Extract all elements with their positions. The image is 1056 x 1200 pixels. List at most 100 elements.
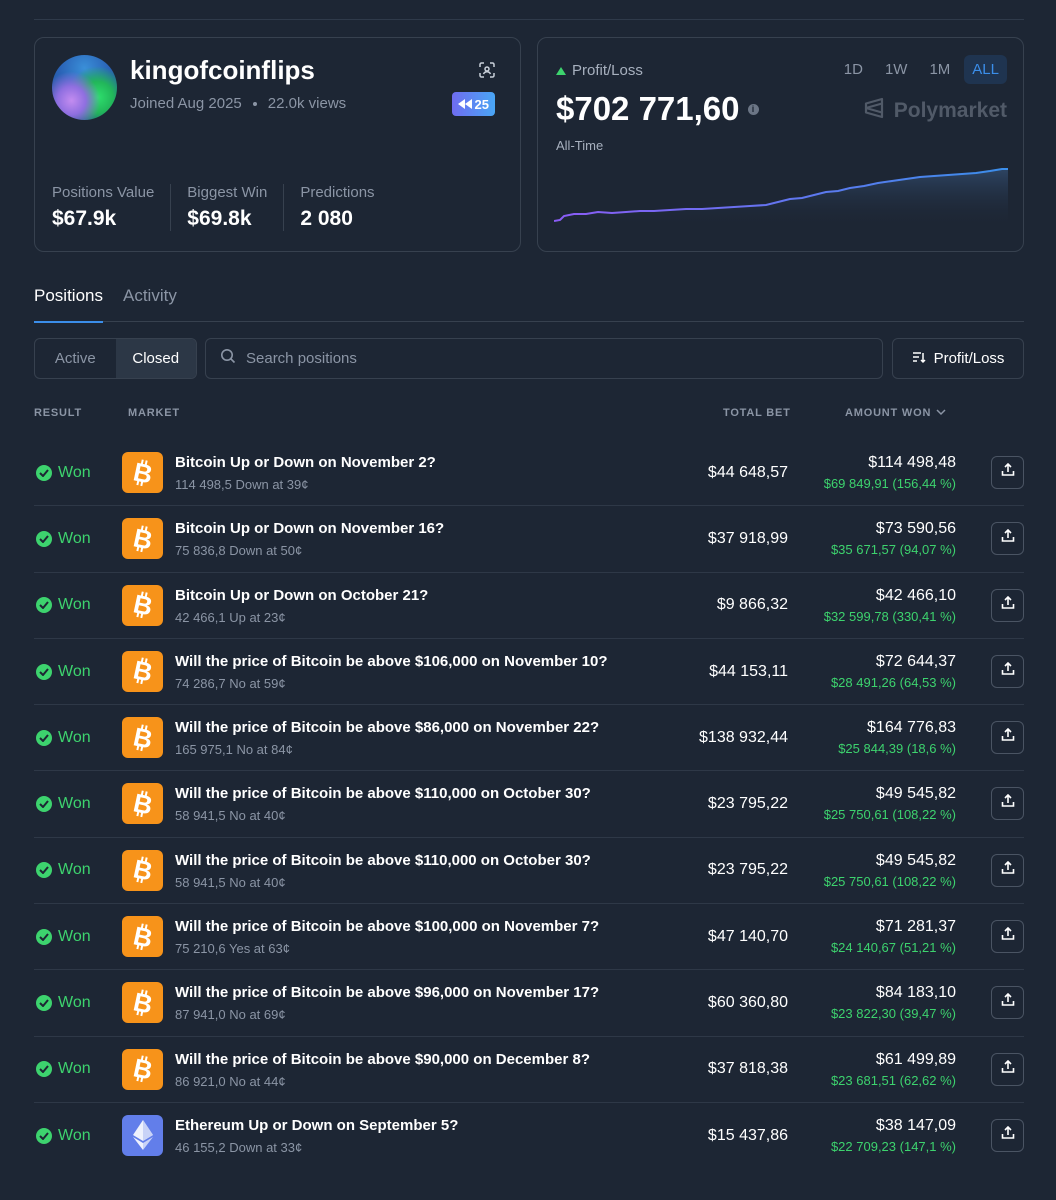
profit-gain: $22 709,23 (147,1 %): [830, 1138, 956, 1154]
share-button[interactable]: [991, 787, 1024, 821]
pnl-chart-area: [554, 169, 1008, 228]
range-all[interactable]: ALL: [964, 55, 1007, 84]
market-position: 46 155,2 Down at 33¢: [175, 1139, 303, 1155]
share-button[interactable]: [991, 1052, 1024, 1086]
profit-gain: $25 750,61 (108,22 %): [823, 807, 956, 823]
amount-won: $38 147,09: [875, 1116, 956, 1134]
market-title[interactable]: Will the price of Bitcoin be above $110,…: [175, 785, 591, 802]
header-total-bet[interactable]: TOTAL BET: [723, 407, 791, 419]
positions-table: Won B Bitcoin Up or Down on November 2? …: [34, 440, 1024, 1169]
market-title[interactable]: Bitcoin Up or Down on October 21?: [175, 587, 428, 604]
stat-predictions: Predictions 2 080: [300, 184, 390, 231]
table-row[interactable]: Won B Will the price of Bitcoin be above…: [34, 970, 1024, 1037]
info-icon[interactable]: i: [747, 103, 759, 115]
tab-bar: Positions Activity: [34, 284, 1024, 323]
result-status: Won: [36, 705, 91, 770]
share-button[interactable]: [991, 456, 1024, 489]
total-bet: $9 866,32: [716, 596, 788, 614]
tab-activity[interactable]: Activity: [123, 284, 177, 322]
share-button[interactable]: [991, 853, 1024, 887]
pnl-label-text: Profit/Loss: [572, 62, 643, 79]
share-button[interactable]: [991, 522, 1024, 556]
table-row[interactable]: Won B Will the price of Bitcoin be above…: [34, 705, 1024, 772]
table-row[interactable]: Won B Will the price of Bitcoin be above…: [34, 771, 1024, 838]
stat-biggest-win: Biggest Win $69.8k: [187, 184, 285, 231]
amount-won: $72 644,37: [875, 652, 956, 670]
check-circle-icon: [36, 1128, 52, 1145]
amount-won: $71 281,37: [875, 918, 956, 936]
table-row[interactable]: Won Ethereum Up or Down on September 5? …: [34, 1103, 1024, 1169]
qr-scan-icon[interactable]: [479, 62, 495, 78]
market-title[interactable]: Bitcoin Up or Down on November 16?: [175, 520, 444, 537]
share-button[interactable]: [991, 588, 1024, 622]
market-title[interactable]: Will the price of Bitcoin be above $110,…: [175, 852, 591, 869]
share-button[interactable]: [991, 986, 1024, 1020]
table-row[interactable]: Won B Bitcoin Up or Down on October 21? …: [34, 573, 1024, 639]
sort-button[interactable]: Profit/Loss: [892, 338, 1024, 379]
header-amount-won[interactable]: AMOUNT WON: [845, 407, 946, 419]
profit-gain: $25 844,39 (18,6 %): [838, 741, 956, 757]
range-1w[interactable]: 1W: [877, 55, 916, 84]
share-button[interactable]: [991, 1118, 1024, 1152]
sort-icon: [912, 350, 926, 368]
pnl-label: Profit/Loss: [556, 62, 643, 79]
check-circle-icon: [36, 862, 52, 879]
result-label: Won: [58, 1127, 91, 1145]
share-button[interactable]: [991, 920, 1024, 954]
share-button[interactable]: [991, 654, 1024, 688]
share-icon: [1001, 462, 1015, 482]
search-icon: [220, 348, 236, 369]
table-row[interactable]: Won B Will the price of Bitcoin be above…: [34, 904, 1024, 971]
share-icon: [1001, 860, 1015, 880]
avatar[interactable]: [52, 55, 117, 120]
share-button[interactable]: [991, 721, 1024, 755]
result-status: Won: [36, 1103, 91, 1169]
status-filter: Active Closed: [34, 338, 197, 379]
search-box: [205, 338, 883, 379]
market-title[interactable]: Bitcoin Up or Down on November 2?: [175, 454, 436, 471]
up-triangle-icon: [556, 66, 566, 75]
rewind-icon: [457, 97, 472, 112]
search-input[interactable]: [246, 350, 846, 367]
check-circle-icon: [36, 464, 52, 481]
filter-active[interactable]: Active: [35, 339, 116, 378]
profile-meta: Joined Aug 2025 22.0k views: [130, 95, 346, 112]
market-title[interactable]: Will the price of Bitcoin be above $96,0…: [175, 984, 599, 1001]
table-row[interactable]: Won B Will the price of Bitcoin be above…: [34, 838, 1024, 905]
table-row[interactable]: Won B Bitcoin Up or Down on November 2? …: [34, 440, 1024, 507]
market-title[interactable]: Ethereum Up or Down on September 5?: [175, 1117, 458, 1134]
market-title[interactable]: Will the price of Bitcoin be above $106,…: [175, 653, 608, 670]
bitcoin-icon: B: [122, 650, 163, 692]
market-position: 114 498,5 Down at 39¢: [175, 477, 309, 492]
market-title[interactable]: Will the price of Bitcoin be above $100,…: [175, 918, 599, 935]
range-1d[interactable]: 1D: [836, 55, 871, 84]
total-bet: $44 648,57: [707, 463, 788, 481]
share-icon: [1001, 728, 1015, 747]
total-bet: $15 437,86: [707, 1127, 788, 1145]
market-title[interactable]: Will the price of Bitcoin be above $90,0…: [175, 1051, 590, 1068]
filter-closed[interactable]: Closed: [115, 339, 196, 378]
table-row[interactable]: Won B Will the price of Bitcoin be above…: [34, 1037, 1024, 1103]
pnl-chart: [554, 168, 1008, 228]
check-circle-icon: [36, 995, 52, 1012]
amount-won: $114 498,48: [868, 454, 956, 471]
tab-positions[interactable]: Positions: [34, 284, 103, 323]
market-position: 75 210,6 Yes at 63¢: [175, 941, 290, 957]
share-icon: [1001, 993, 1015, 1012]
profile-stats: Positions Value $67.9k Biggest Win $69.8…: [52, 184, 407, 231]
table-row[interactable]: Won B Bitcoin Up or Down on November 16?…: [34, 506, 1024, 573]
market-title[interactable]: Will the price of Bitcoin be above $86,0…: [175, 719, 599, 736]
table-row[interactable]: Won B Will the price of Bitcoin be above…: [34, 639, 1024, 706]
stat-label: Biggest Win: [187, 184, 268, 201]
share-icon: [1001, 595, 1015, 615]
amount-won: $49 545,82: [875, 851, 956, 869]
result-status: Won: [36, 639, 91, 704]
bitcoin-icon: B: [122, 783, 163, 825]
range-1m[interactable]: 1M: [921, 55, 958, 84]
amount-won: $61 499,89: [875, 1050, 956, 1068]
result-label: Won: [58, 596, 91, 614]
bitcoin-icon: B: [122, 717, 163, 759]
sort-label: Profit/Loss: [933, 350, 1005, 367]
profile-card: kingofcoinflips Joined Aug 2025 22.0k vi…: [34, 37, 521, 252]
ethereum-icon: [122, 1114, 163, 1156]
